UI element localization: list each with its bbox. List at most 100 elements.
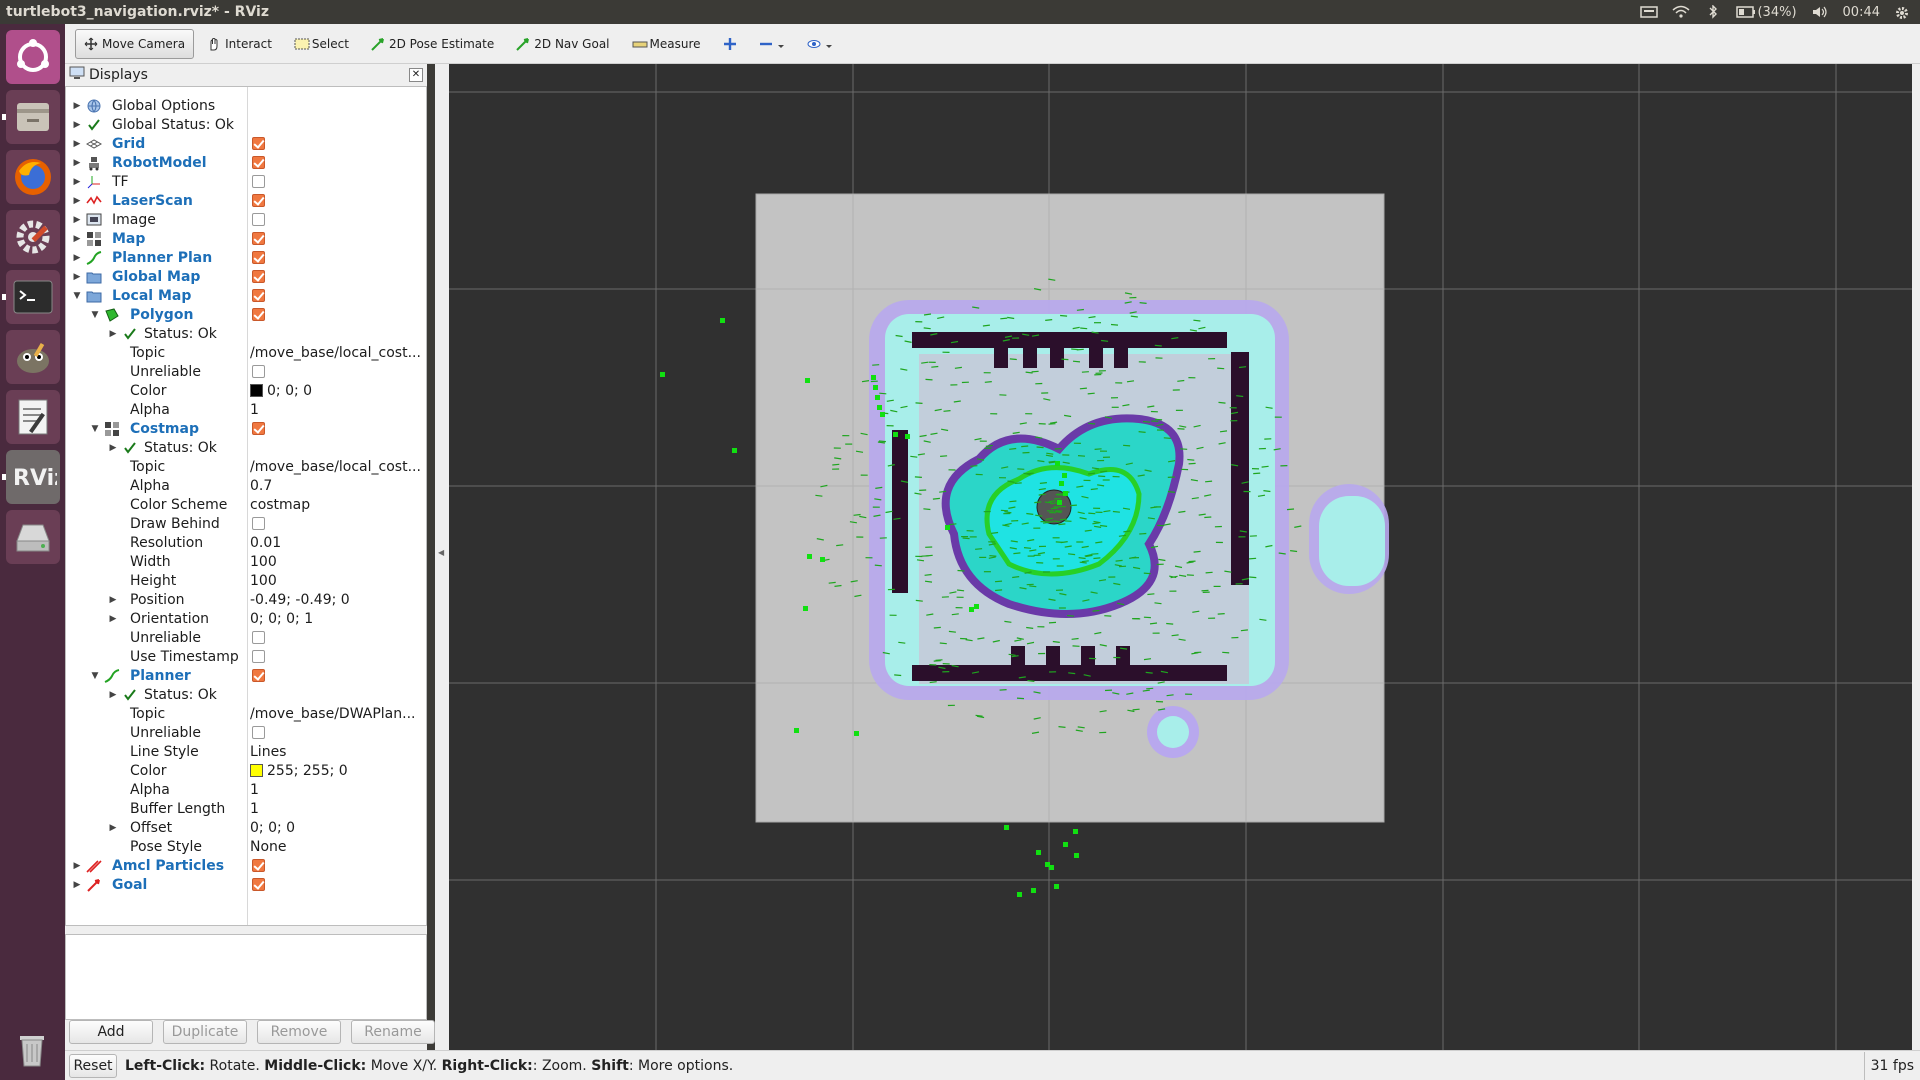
property-value[interactable]: 1	[250, 801, 259, 817]
tree-row-amcl-particles[interactable]: ▶ Amcl Particles	[66, 856, 426, 875]
color-value[interactable]: 0; 0; 0	[250, 383, 312, 399]
tree-row-property[interactable]: Color 255; 255; 0	[66, 761, 426, 780]
tree-row-property[interactable]: Pose Style None	[66, 837, 426, 856]
collapse-arrow-icon[interactable]: ▼	[90, 310, 100, 320]
tree-row-property[interactable]: Use Timestamp	[66, 647, 426, 666]
tree-row-laserscan[interactable]: ▶ LaserScan	[66, 191, 426, 210]
tree-row-property[interactable]: Resolution 0.01	[66, 533, 426, 552]
interact-tool[interactable]: Interact	[198, 29, 281, 59]
nav-goal-tool[interactable]: 2D Nav Goal	[507, 29, 618, 59]
property-checkbox[interactable]	[252, 726, 265, 739]
enable-checkbox[interactable]	[252, 308, 265, 321]
tree-row-property[interactable]: Unreliable	[66, 628, 426, 647]
tree-row-property[interactable]: Height 100	[66, 571, 426, 590]
expand-arrow-icon[interactable]: ▶	[72, 139, 82, 149]
expand-arrow-icon[interactable]: ▶	[72, 101, 82, 111]
expand-arrow-icon[interactable]: ▶	[72, 196, 82, 206]
tree-row-grid[interactable]: ▶ Grid	[66, 134, 426, 153]
tree-row-property[interactable]: Topic /move_base/local_cost...	[66, 343, 426, 362]
tree-row-property[interactable]: Width 100	[66, 552, 426, 571]
property-value[interactable]: 0; 0; 0; 1	[250, 611, 313, 627]
panel-splitter[interactable]: ◀	[435, 64, 449, 1050]
right-splitter[interactable]	[1912, 64, 1920, 1050]
property-value[interactable]: /move_base/local_cost...	[250, 459, 421, 475]
enable-checkbox[interactable]	[252, 137, 265, 150]
select-tool[interactable]: Select	[285, 29, 358, 59]
tree-row-property[interactable]: Color 0; 0; 0	[66, 381, 426, 400]
enable-checkbox[interactable]	[252, 251, 265, 264]
expand-arrow-icon[interactable]: ▶	[72, 215, 82, 225]
tree-row-global-status[interactable]: ▶ Global Status: Ok	[66, 115, 426, 134]
expand-arrow-icon[interactable]: ▶	[72, 880, 82, 890]
collapse-arrow-icon[interactable]: ▼	[90, 671, 100, 681]
property-value[interactable]: Lines	[250, 744, 286, 760]
tree-row-tf[interactable]: ▶ TF	[66, 172, 426, 191]
disk-icon[interactable]	[5, 510, 60, 564]
rviz-icon[interactable]: RViz	[1, 450, 60, 504]
expand-arrow-icon[interactable]: ▶	[108, 329, 118, 339]
battery-indicator[interactable]: (34%)	[1736, 5, 1797, 20]
tree-row-planner[interactable]: ▼ Planner	[66, 666, 426, 685]
tree-row-property[interactable]: Topic /move_base/DWAPlan...	[66, 704, 426, 723]
enable-checkbox[interactable]	[252, 175, 265, 188]
enable-checkbox[interactable]	[252, 422, 265, 435]
text-editor-icon[interactable]	[5, 390, 60, 444]
view-options-dropdown[interactable]	[798, 29, 842, 59]
collapse-arrow-icon[interactable]: ▼	[90, 424, 100, 434]
collapse-arrow-icon[interactable]: ▼	[72, 291, 82, 301]
tree-row-planner-status[interactable]: ▶ Status: Ok	[66, 685, 426, 704]
property-checkbox[interactable]	[252, 631, 265, 644]
tree-row-goal[interactable]: ▶ Goal	[66, 875, 426, 894]
expand-arrow-icon[interactable]: ▶	[72, 253, 82, 263]
tree-row-planner-plan[interactable]: ▶ Planner Plan	[66, 248, 426, 267]
tree-row-property[interactable]: Color Scheme costmap	[66, 495, 426, 514]
pose-estimate-tool[interactable]: 2D Pose Estimate	[362, 29, 503, 59]
volume-icon[interactable]	[1811, 5, 1829, 19]
tree-row-property[interactable]: Draw Behind	[66, 514, 426, 533]
tree-row-property[interactable]: Alpha 1	[66, 780, 426, 799]
reset-button[interactable]: Reset	[69, 1053, 117, 1078]
enable-checkbox[interactable]	[252, 232, 265, 245]
property-value[interactable]: -0.49; -0.49; 0	[250, 592, 350, 608]
expand-arrow-icon[interactable]: ▶	[72, 234, 82, 244]
system-settings-icon[interactable]	[5, 210, 60, 264]
add-tool-button[interactable]	[714, 29, 746, 59]
tree-row-robotmodel[interactable]: ▶ RobotModel	[66, 153, 426, 172]
expand-arrow-icon[interactable]: ▶	[108, 595, 118, 605]
expand-arrow-icon[interactable]: ▶	[72, 861, 82, 871]
render-view-3d[interactable]	[449, 64, 1912, 1050]
tree-row-global-map[interactable]: ▶ Global Map	[66, 267, 426, 286]
property-checkbox[interactable]	[252, 365, 265, 378]
enable-checkbox[interactable]	[252, 289, 265, 302]
render-canvas[interactable]	[449, 64, 1912, 1050]
collapse-left-icon[interactable]: ◀	[438, 548, 444, 557]
tree-row-polygon[interactable]: ▼ Polygon	[66, 305, 426, 324]
tree-row-map[interactable]: ▶ Map	[66, 229, 426, 248]
tree-row-costmap[interactable]: ▼ Costmap	[66, 419, 426, 438]
measure-tool[interactable]: Measure	[623, 29, 710, 59]
property-value[interactable]: 0; 0; 0	[250, 820, 295, 836]
files-icon[interactable]	[1, 90, 60, 144]
color-value[interactable]: 255; 255; 0	[250, 763, 348, 779]
property-value[interactable]: costmap	[250, 497, 310, 513]
property-value[interactable]: 0.01	[250, 535, 281, 551]
expand-arrow-icon[interactable]: ▶	[108, 614, 118, 624]
enable-checkbox[interactable]	[252, 878, 265, 891]
clock[interactable]: 00:44	[1843, 5, 1880, 20]
property-value[interactable]: None	[250, 839, 287, 855]
expand-arrow-icon[interactable]: ▶	[72, 158, 82, 168]
expand-arrow-icon[interactable]: ▶	[108, 823, 118, 833]
ubuntu-dash-icon[interactable]	[5, 30, 60, 84]
gimp-icon[interactable]	[5, 330, 60, 384]
expand-arrow-icon[interactable]: ▶	[108, 443, 118, 453]
bluetooth-icon[interactable]	[1704, 4, 1722, 19]
add-button[interactable]: Add	[69, 1020, 153, 1044]
tree-row-local-map[interactable]: ▼ Local Map	[66, 286, 426, 305]
enable-checkbox[interactable]	[252, 156, 265, 169]
keyboard-icon[interactable]	[1640, 5, 1659, 19]
property-value[interactable]: 100	[250, 554, 277, 570]
tree-row-costmap-status[interactable]: ▶ Status: Ok	[66, 438, 426, 457]
tree-row-property[interactable]: Unreliable	[66, 723, 426, 742]
duplicate-button[interactable]: Duplicate	[163, 1020, 247, 1044]
tree-row-polygon-status[interactable]: ▶ Status: Ok	[66, 324, 426, 343]
